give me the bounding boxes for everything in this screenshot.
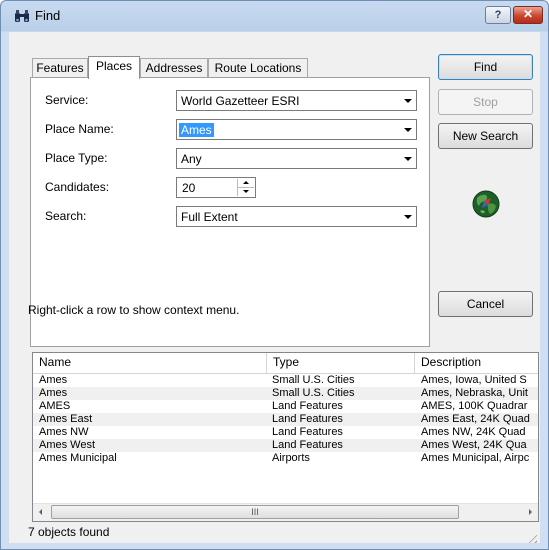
results-list[interactable]: Name Type Description Ames Small U.S. Ci…	[32, 352, 539, 522]
chevron-down-icon[interactable]	[400, 121, 415, 138]
cell-type: Land Features	[272, 426, 343, 438]
candidates-stepper[interactable]: 20	[176, 177, 256, 198]
context-menu-hint: Right-click a row to show context menu.	[28, 303, 240, 317]
chevron-down-icon[interactable]	[400, 208, 415, 225]
cell-name: Ames Municipal	[39, 452, 117, 464]
place-type-value: Any	[181, 152, 202, 166]
cell-type: Airports	[272, 452, 310, 464]
title-bar[interactable]: Find ? ✕	[1, 1, 548, 32]
cell-description: Ames, Iowa, United S	[421, 374, 527, 386]
column-header-description[interactable]: Description	[415, 353, 538, 373]
find-button[interactable]: Find	[438, 54, 533, 80]
service-label: Service:	[45, 93, 89, 107]
tab-addresses[interactable]: Addresses	[140, 58, 208, 78]
scroll-left-icon[interactable]	[33, 504, 50, 521]
horizontal-scrollbar[interactable]: III	[33, 503, 538, 521]
chevron-down-icon[interactable]	[400, 150, 415, 167]
chevron-down-icon[interactable]	[400, 92, 415, 109]
search-extent-value: Full Extent	[181, 210, 238, 224]
results-body: Ames Small U.S. Cities Ames, Iowa, Unite…	[33, 374, 538, 465]
scroll-thumb[interactable]: III	[51, 505, 459, 519]
place-name-combo[interactable]: Ames	[176, 119, 417, 140]
search-extent-select[interactable]: Full Extent	[176, 206, 417, 227]
cell-description: Ames East, 24K Quad	[421, 413, 530, 425]
cell-name: Ames East	[39, 413, 93, 425]
candidates-label: Candidates:	[45, 180, 110, 194]
column-header-name[interactable]: Name	[33, 353, 267, 373]
results-header: Name Type Description	[33, 353, 538, 374]
status-text: 7 objects found	[28, 525, 110, 539]
candidates-value[interactable]: 20	[182, 181, 195, 195]
service-value: World Gazetteer ESRI	[181, 94, 300, 108]
column-header-type[interactable]: Type	[267, 353, 415, 373]
spin-up-icon[interactable]	[238, 179, 254, 188]
table-row[interactable]: Ames East Land Features Ames East, 24K Q…	[33, 413, 538, 426]
table-row[interactable]: Ames NW Land Features Ames NW, 24K Quad	[33, 426, 538, 439]
close-button[interactable]: ✕	[513, 6, 543, 24]
cell-type: Small U.S. Cities	[272, 387, 355, 399]
cell-name: Ames	[39, 387, 68, 399]
scroll-right-icon[interactable]	[521, 504, 538, 521]
tab-features[interactable]: Features	[32, 58, 88, 78]
search-label: Search:	[45, 209, 87, 223]
cell-name: Ames NW	[39, 426, 89, 438]
cell-type: Land Features	[272, 439, 343, 451]
spin-down-icon[interactable]	[238, 188, 254, 196]
cell-description: Ames Municipal, Airpc	[421, 452, 530, 464]
cell-name: Ames	[39, 374, 68, 386]
place-type-label: Place Type:	[45, 151, 108, 165]
table-row[interactable]: Ames Municipal Airports Ames Municipal, …	[33, 452, 538, 465]
find-dialog: Find ? ✕ Features Places Addresses Route…	[0, 0, 549, 550]
cell-type: Land Features	[272, 400, 343, 412]
help-button[interactable]: ?	[485, 6, 511, 24]
cell-description: AMES, 100K Quadrar	[421, 400, 528, 412]
window-title: Find	[35, 8, 61, 23]
cell-type: Small U.S. Cities	[272, 374, 355, 386]
table-row[interactable]: AMES Land Features AMES, 100K Quadrar	[33, 400, 538, 413]
table-row[interactable]: Ames Small U.S. Cities Ames, Iowa, Unite…	[33, 374, 538, 387]
new-search-button[interactable]: New Search	[438, 123, 533, 149]
table-row[interactable]: Ames West Land Features Ames West, 24K Q…	[33, 439, 538, 452]
stop-button[interactable]: Stop	[438, 89, 533, 115]
cell-type: Land Features	[272, 413, 343, 425]
service-select[interactable]: World Gazetteer ESRI	[176, 90, 417, 111]
tab-places[interactable]: Places	[88, 56, 140, 79]
tab-route-locations[interactable]: Route Locations	[208, 58, 308, 78]
place-type-select[interactable]: Any	[176, 148, 417, 169]
place-name-input[interactable]: Ames	[179, 123, 214, 137]
cell-name: AMES	[39, 400, 71, 412]
binoculars-icon	[15, 10, 29, 22]
cancel-button[interactable]: Cancel	[438, 291, 533, 317]
cell-description: Ames West, 24K Qua	[421, 439, 527, 451]
cell-name: Ames West	[39, 439, 96, 451]
cell-description: Ames NW, 24K Quad	[421, 426, 526, 438]
cell-description: Ames, Nebraska, Unit	[421, 387, 528, 399]
table-row[interactable]: Ames Small U.S. Cities Ames, Nebraska, U…	[33, 387, 538, 400]
globe-icon	[472, 190, 500, 218]
place-name-label: Place Name:	[45, 122, 114, 136]
